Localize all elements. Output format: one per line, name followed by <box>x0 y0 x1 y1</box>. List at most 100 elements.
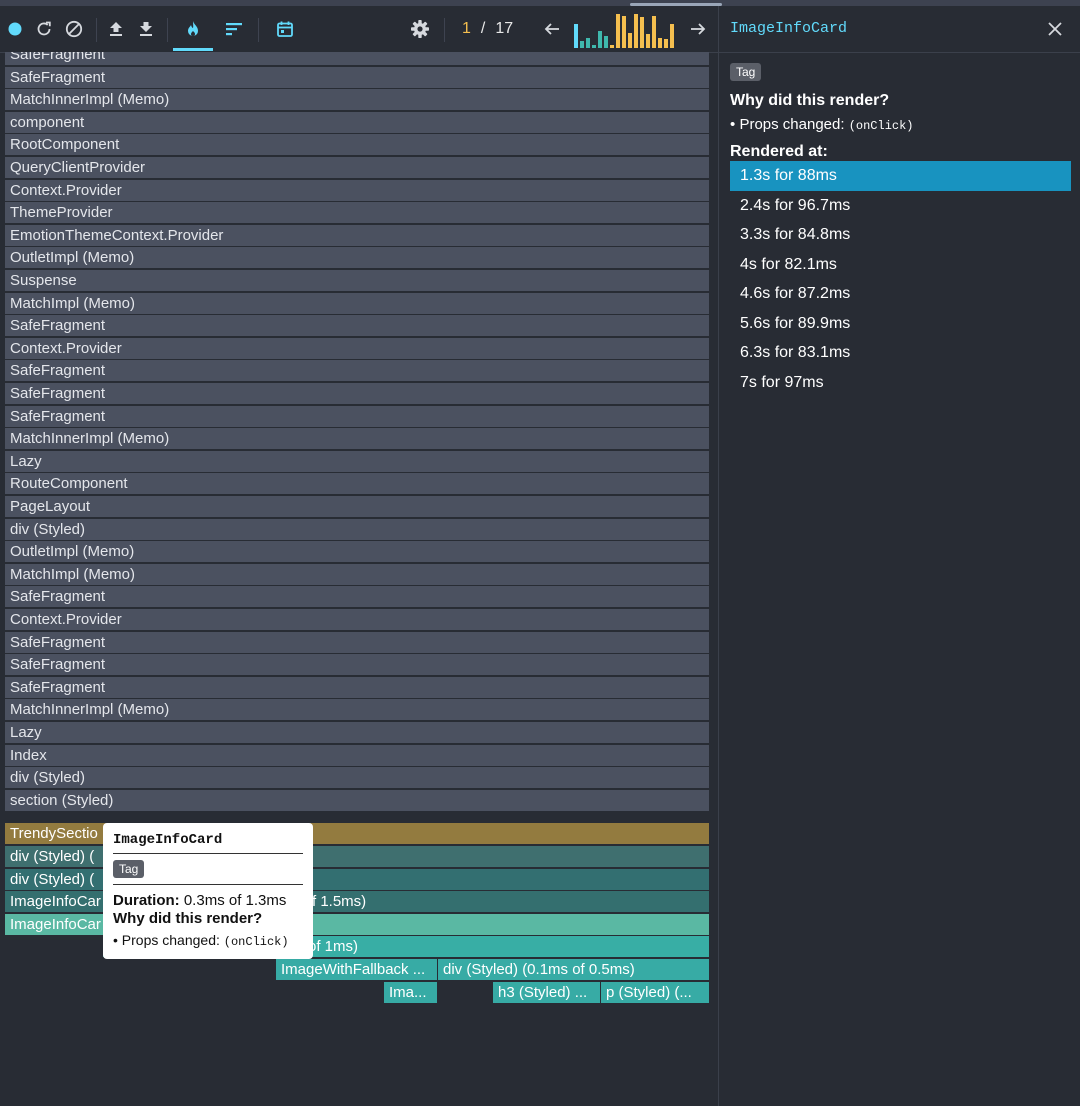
flamegraph-icon <box>188 21 198 36</box>
toolbar-separator <box>258 18 259 42</box>
commit-bar[interactable] <box>574 24 578 48</box>
next-commit-button[interactable] <box>686 6 710 52</box>
flame-node[interactable]: SafeFragment <box>5 654 709 676</box>
flame-node[interactable]: div (Styled) <box>5 767 709 789</box>
props-value: (onClick) <box>223 935 289 949</box>
panel-badge: Tag <box>730 63 762 81</box>
flame-node[interactable]: SafeFragment <box>5 631 709 653</box>
toolbar-separator <box>444 18 445 42</box>
render-item[interactable]: 4.6s for 87.2ms <box>730 279 1071 309</box>
commit-bar[interactable] <box>604 36 608 48</box>
panel-header: ImageInfoCard <box>719 6 1080 53</box>
clear-icon <box>65 20 83 38</box>
commit-bar[interactable] <box>646 34 650 48</box>
settings-button[interactable] <box>408 6 432 52</box>
commit-bar[interactable] <box>622 16 626 48</box>
flame-node[interactable]: OutletImpl (Memo) <box>5 247 709 269</box>
commit-bar[interactable] <box>616 14 620 48</box>
commit-total: 17 <box>495 20 514 37</box>
flame-node-h3-styled[interactable]: h3 (Styled) ... <box>493 982 600 1003</box>
flame-node[interactable]: SafeFragment <box>5 676 709 698</box>
flame-node[interactable]: MatchInnerImpl (Memo) <box>5 699 709 721</box>
props-label: Props changed: <box>739 116 845 133</box>
flame-node[interactable]: EmotionThemeContext.Provider <box>5 224 709 246</box>
flame-node[interactable]: MatchImpl (Memo) <box>5 563 709 585</box>
component-tooltip: ImageInfoCard Tag Duration: 0.3ms of 1.3… <box>103 823 313 959</box>
flame-node[interactable]: Context.Provider <box>5 337 709 359</box>
reload-and-profile-button[interactable] <box>33 6 55 52</box>
clear-profile-button[interactable] <box>63 6 85 52</box>
flame-node[interactable]: div (Styled) <box>5 518 709 540</box>
flame-node[interactable]: component <box>5 111 709 133</box>
flamegraph-tab[interactable] <box>180 6 206 52</box>
prev-commit-icon <box>544 23 559 35</box>
ranked-tab[interactable] <box>222 6 246 52</box>
commit-bar[interactable] <box>634 14 638 48</box>
flame-node[interactable]: Suspense <box>5 270 709 291</box>
commit-bar[interactable] <box>664 39 668 48</box>
flamegraph-tab-underline <box>173 48 213 51</box>
commit-bar[interactable] <box>628 33 632 48</box>
flame-node[interactable]: Index <box>5 744 709 766</box>
next-commit-icon <box>691 23 706 35</box>
commit-selector[interactable] <box>572 12 676 48</box>
flame-node[interactable]: Context.Provider <box>5 179 709 201</box>
commit-bar[interactable] <box>670 24 674 48</box>
close-panel-button[interactable] <box>1046 20 1064 43</box>
save-profile-icon <box>140 22 152 36</box>
commit-bar[interactable] <box>586 38 590 48</box>
panel-title: ImageInfoCard <box>730 20 848 37</box>
flame-node[interactable]: Lazy <box>5 722 709 743</box>
timeline-icon <box>277 21 293 37</box>
flame-node[interactable]: MatchInnerImpl (Memo) <box>5 428 709 450</box>
flame-node-imagewithfallback[interactable]: ImageWithFallback ... <box>276 959 437 980</box>
panel-props-changed: • Props changed: (onClick) <box>730 116 914 133</box>
render-item[interactable]: 4s for 82.1ms <box>730 250 1071 280</box>
commit-bar[interactable] <box>598 31 602 48</box>
flame-node[interactable]: SafeFragment <box>5 315 709 337</box>
flame-node[interactable]: section (Styled) <box>5 789 709 811</box>
toolbar-separator <box>167 18 168 42</box>
record-icon <box>8 22 22 36</box>
render-item[interactable]: 3.3s for 84.8ms <box>730 220 1071 250</box>
commit-bar[interactable] <box>658 38 662 48</box>
commit-bar[interactable] <box>640 17 644 48</box>
flame-node[interactable]: OutletImpl (Memo) <box>5 541 709 563</box>
flame-node[interactable]: SafeFragment <box>5 383 709 404</box>
save-profile-button[interactable] <box>135 6 157 52</box>
tooltip-badge: Tag <box>113 860 145 878</box>
flame-node[interactable]: QueryClientProvider <box>5 157 709 178</box>
flame-node[interactable]: SafeFragment <box>5 405 709 427</box>
bullet: • <box>730 116 736 133</box>
flame-node[interactable]: SafeFragment <box>5 586 709 608</box>
flame-node[interactable]: Context.Provider <box>5 609 709 630</box>
render-item[interactable]: 5.6s for 89.9ms <box>730 309 1071 339</box>
flame-node[interactable]: MatchImpl (Memo) <box>5 292 709 314</box>
commit-bar[interactable] <box>610 45 614 48</box>
render-list: 1.3s for 88ms 2.4s for 96.7ms 3.3s for 84.… <box>730 161 1071 397</box>
flame-node[interactable]: ThemeProvider <box>5 202 709 224</box>
flame-node[interactable]: RouteComponent <box>5 473 709 495</box>
commit-bar[interactable] <box>652 16 656 48</box>
timeline-tab[interactable] <box>273 6 297 52</box>
flame-node[interactable]: RootComponent <box>5 134 709 156</box>
prev-commit-button[interactable] <box>540 6 564 52</box>
render-item[interactable]: 1.3s for 88ms <box>730 161 1071 191</box>
flame-node-image[interactable]: Ima... <box>384 982 437 1003</box>
tooltip-props-changed: • Props changed: (onClick) <box>113 932 303 949</box>
load-profile-button[interactable] <box>105 6 127 52</box>
flame-node[interactable]: PageLayout <box>5 496 709 517</box>
flame-node[interactable]: SafeFragment <box>5 52 709 65</box>
commit-bar[interactable] <box>580 41 584 48</box>
flame-node[interactable]: SafeFragment <box>5 360 709 382</box>
flame-node[interactable]: MatchInnerImpl (Memo) <box>5 89 709 111</box>
flame-node-div-styled-child[interactable]: div (Styled) (0.1ms of 0.5ms) <box>438 959 709 980</box>
render-item[interactable]: 7s for 97ms <box>730 368 1071 398</box>
render-item[interactable]: 6.3s for 83.1ms <box>730 338 1071 368</box>
record-button[interactable] <box>4 6 26 52</box>
flame-node-p-styled[interactable]: p (Styled) (... <box>601 982 709 1003</box>
flame-node[interactable]: Lazy <box>5 450 709 472</box>
render-item[interactable]: 2.4s for 96.7ms <box>730 191 1071 221</box>
commit-bar[interactable] <box>592 45 596 48</box>
flame-node[interactable]: SafeFragment <box>5 66 709 88</box>
